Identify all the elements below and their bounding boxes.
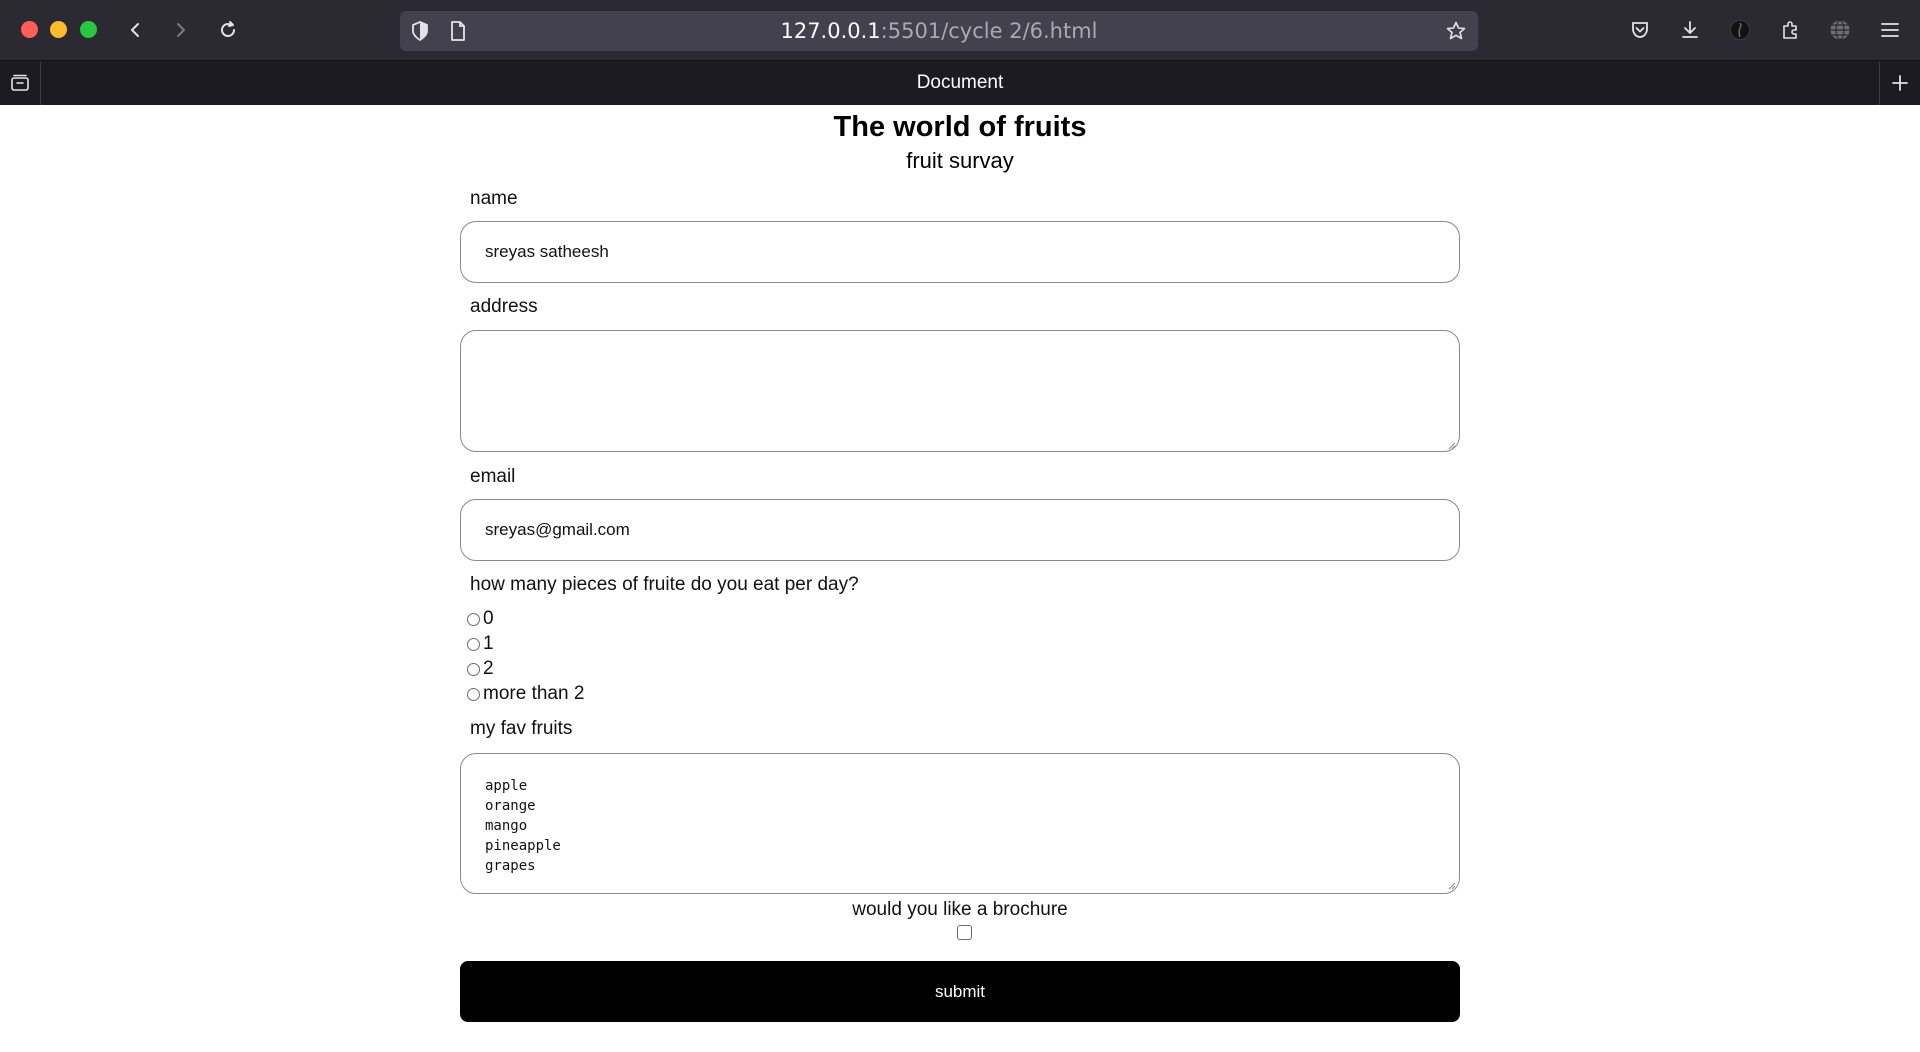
radio-button[interactable] (467, 612, 480, 626)
radio-option-more-than-2[interactable]: more than 2 (467, 682, 584, 706)
brochure-checkbox[interactable] (957, 925, 972, 940)
download-icon[interactable] (1676, 16, 1704, 44)
fruit-count-question: how many pieces of fruite do you eat per… (470, 574, 859, 595)
menu-icon[interactable] (1876, 16, 1904, 44)
fav-fruit-line: grapes (485, 858, 536, 874)
new-tab-icon[interactable] (1879, 61, 1920, 105)
email-input[interactable]: sreyas@gmail.com (460, 499, 1460, 561)
page-subtitle: fruit survay (906, 148, 1014, 173)
star-icon[interactable] (1442, 17, 1470, 45)
submit-button[interactable]: submit (460, 961, 1460, 1022)
fav-fruit-line: apple (485, 778, 528, 794)
radio-option-0[interactable]: 0 (467, 607, 494, 631)
tab-bar: Document (0, 61, 1920, 105)
email-label: email (470, 466, 516, 487)
url-path: :5501/cycle 2/6.html (880, 19, 1098, 43)
radio-button[interactable] (467, 662, 480, 676)
name-input[interactable]: sreyas satheesh (460, 221, 1460, 283)
window-minimize-button[interactable] (50, 21, 67, 38)
fav-fruit-line: pineapple (485, 838, 561, 854)
fav-fruit-line: orange (485, 798, 536, 814)
back-icon[interactable] (122, 16, 150, 44)
fav-fruits-label: my fav fruits (470, 718, 573, 739)
resize-handle-icon[interactable] (1448, 882, 1456, 890)
address-label: address (470, 296, 538, 317)
url-text: 127.0.0.1:5501/cycle 2/6.html (400, 11, 1478, 51)
browser-toolbar: 127.0.0.1:5501/cycle 2/6.html (0, 0, 1920, 61)
reload-icon[interactable] (214, 16, 242, 44)
radio-label: 2 (483, 658, 494, 679)
resize-handle-icon[interactable] (1448, 442, 1456, 450)
radio-label: 0 (483, 608, 494, 629)
window-maximize-button[interactable] (80, 21, 97, 38)
brochure-label: would you like a brochure (852, 899, 1068, 920)
url-host: 127.0.0.1 (780, 19, 881, 43)
radio-option-2[interactable]: 2 (467, 657, 494, 681)
fav-fruits-textarea[interactable]: apple orange mango pineapple grapes (460, 753, 1460, 894)
radio-option-1[interactable]: 1 (467, 632, 494, 656)
pocket-icon[interactable] (1626, 16, 1654, 44)
fav-fruit-line: mango (485, 818, 528, 834)
page-title: The world of fruits (833, 111, 1087, 143)
radio-label: more than 2 (483, 683, 585, 704)
forward-icon[interactable] (166, 16, 194, 44)
profile-icon[interactable] (1726, 16, 1754, 44)
address-bar[interactable]: 127.0.0.1:5501/cycle 2/6.html (400, 11, 1478, 51)
globe-icon[interactable] (1826, 16, 1854, 44)
extensions-icon[interactable] (1776, 16, 1804, 44)
tab-document[interactable]: Document (40, 61, 1880, 105)
window-close-button[interactable] (21, 21, 38, 38)
radio-button[interactable] (467, 687, 480, 701)
name-label: name (470, 188, 518, 209)
address-textarea[interactable] (460, 330, 1460, 452)
radio-label: 1 (483, 633, 494, 654)
tab-overview-icon[interactable] (0, 61, 41, 105)
radio-button[interactable] (467, 637, 480, 651)
page-content: The world of fruits fruit survay name sr… (0, 105, 1920, 1052)
